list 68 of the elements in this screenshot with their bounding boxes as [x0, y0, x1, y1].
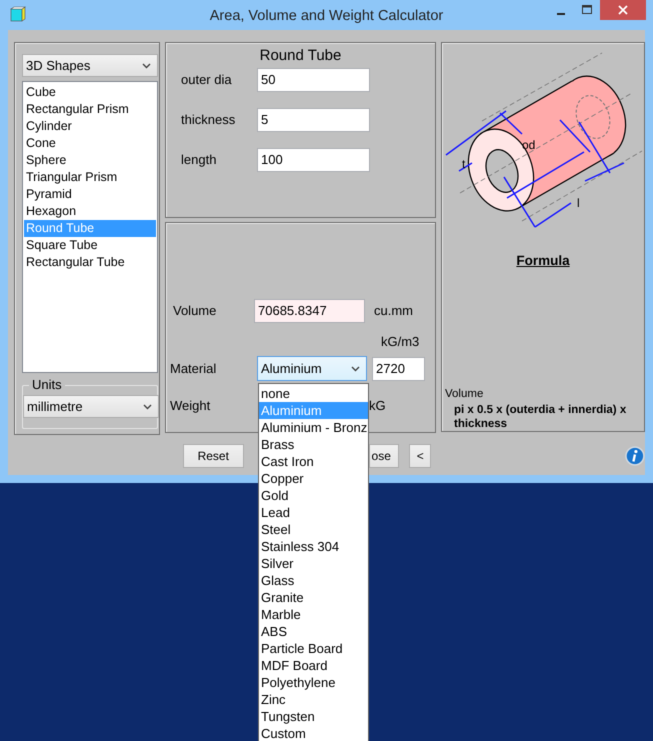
formula-caption: Volume [445, 388, 484, 400]
info-icon[interactable] [625, 446, 645, 466]
shape-list-item[interactable]: Pyramid [24, 186, 156, 203]
formula-text: pi x 0.5 x (outerdia + innerdia) x thickness [454, 404, 626, 430]
material-option[interactable]: MDF Board [259, 657, 368, 674]
dimension-label: l [577, 196, 580, 210]
material-dropdown[interactable]: Aluminium [257, 356, 367, 381]
field-label: outer dia [181, 71, 233, 90]
material-option[interactable]: Silver [259, 555, 368, 572]
shape-list-item[interactable]: Cube [24, 84, 156, 101]
field-label: length [181, 151, 218, 170]
minimize-icon [557, 13, 565, 15]
input-field[interactable]: 5 [257, 108, 370, 132]
material-option[interactable]: Glass [259, 572, 368, 589]
material-option[interactable]: none [259, 385, 368, 402]
shape-list-item[interactable]: Cylinder [24, 118, 156, 135]
window-title: Area, Volume and Weight Calculator [210, 8, 444, 24]
reset-button[interactable]: Reset [183, 444, 244, 468]
material-option[interactable]: Particle Board [259, 640, 368, 657]
shape-list-item[interactable]: Square Tube [24, 237, 156, 254]
shape-list-item[interactable]: Triangular Prism [24, 169, 156, 186]
units-label: Units [29, 377, 65, 392]
material-option[interactable]: Steel [259, 521, 368, 538]
material-option[interactable]: Zinc [259, 691, 368, 708]
back-button[interactable]: < [409, 444, 432, 468]
weight-label: Weight [170, 396, 212, 415]
volume-field[interactable]: 70685.8347 [254, 298, 365, 322]
unit-label: cu.mm [374, 302, 413, 320]
chevron-down-icon [142, 62, 151, 68]
chevron-down-icon [351, 366, 360, 372]
close-icon [618, 5, 628, 15]
material-option[interactable]: Copper [259, 470, 368, 487]
material-option[interactable]: Granite [259, 589, 368, 606]
material-option[interactable]: Gold [259, 487, 368, 504]
units-dropdown[interactable]: millimetre [23, 395, 159, 418]
shape-list-item[interactable]: Rectangular Tube [24, 254, 156, 271]
input-field[interactable]: 100 [257, 148, 370, 172]
dimension-label: t [462, 157, 466, 171]
close-button[interactable] [600, 0, 646, 20]
shape-list-item[interactable]: Cone [24, 135, 156, 152]
shape-list-item[interactable]: Rectangular Prism [24, 101, 156, 118]
dimension-label: od [522, 138, 536, 152]
close-button[interactable]: ose [368, 444, 400, 468]
shape-category-dropdown[interactable]: 3D Shapes [22, 54, 158, 77]
maximize-icon [582, 5, 592, 15]
formula-heading: Formula [516, 253, 570, 268]
app-icon [10, 6, 26, 22]
material-option[interactable]: Aluminium - Bronz [259, 419, 368, 436]
material-option[interactable]: Brass [259, 436, 368, 453]
material-option[interactable]: Stainless 304 [259, 538, 368, 555]
material-option[interactable]: Polyethylene [259, 674, 368, 691]
input-field[interactable]: 50 [257, 68, 370, 92]
unit-label: kG [369, 396, 386, 415]
material-label: Material [170, 360, 218, 378]
field-label: thickness [181, 111, 236, 130]
material-option[interactable]: Lead [259, 504, 368, 521]
material-option[interactable]: Marble [259, 606, 368, 623]
density-field[interactable]: 2720 [372, 356, 425, 380]
volume-label: Volume [172, 302, 218, 320]
material-option[interactable]: ABS [259, 623, 368, 640]
material-option[interactable]: Custom [259, 725, 368, 741]
shape-list-item[interactable]: Sphere [24, 152, 156, 169]
material-option[interactable]: Cast Iron [259, 453, 368, 470]
unit-label: kG/m3 [381, 334, 420, 349]
chevron-down-icon [143, 404, 152, 410]
material-option[interactable]: Tungsten [259, 708, 368, 725]
shape-title: Round Tube [260, 47, 342, 64]
shape-list-item[interactable]: Hexagon [24, 203, 156, 220]
